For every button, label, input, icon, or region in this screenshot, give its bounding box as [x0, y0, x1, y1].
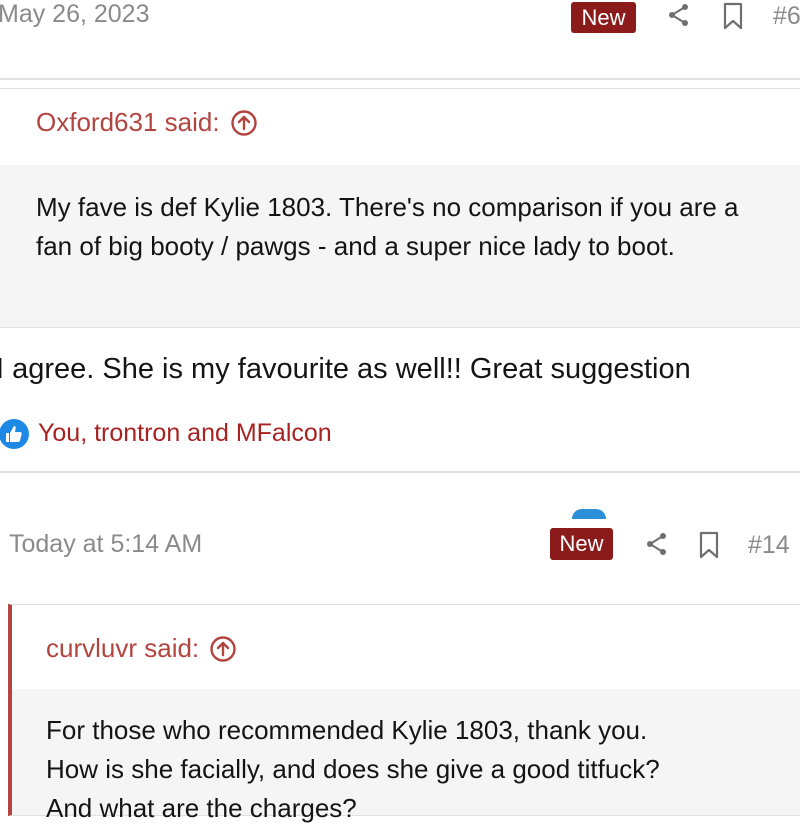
quote-line: How is she facially, and does she give a… [46, 754, 660, 784]
arrow-up-circle-icon[interactable] [209, 635, 237, 663]
new-badge: New [571, 2, 636, 33]
share-icon[interactable] [642, 529, 672, 559]
post-date[interactable]: Today at 5:14 AM [9, 530, 202, 559]
quote-author[interactable]: curvluvr said: [46, 633, 237, 664]
thumbs-up-icon[interactable] [0, 418, 30, 450]
arrow-up-circle-icon[interactable] [230, 109, 258, 137]
post-number[interactable]: #14 [748, 531, 790, 560]
quote-line: And what are the charges? [46, 793, 357, 823]
quote-author[interactable]: Oxford631 said: [36, 107, 258, 138]
quote-author-label[interactable]: Oxford631 said: [36, 107, 220, 138]
quote-block: Oxford631 said: My fave is def Kylie 180… [0, 88, 800, 328]
new-badge: New [550, 528, 613, 560]
share-icon[interactable] [664, 0, 694, 30]
quote-text: My fave is def Kylie 1803. There's no co… [36, 192, 739, 261]
bookmark-icon[interactable] [718, 0, 748, 32]
post-number[interactable]: #6 [773, 2, 800, 31]
divider [0, 471, 800, 473]
quote-block: curvluvr said: For those who recommended… [8, 604, 800, 823]
bookmark-icon[interactable] [694, 529, 724, 561]
post-date[interactable]: May 26, 2023 [0, 0, 150, 29]
divider [0, 78, 800, 80]
quote-line: For those who recommended Kylie 1803, th… [46, 715, 648, 745]
post-body: I agree. She is my favourite as well!! G… [0, 353, 691, 385]
quote-author-label[interactable]: curvluvr said: [46, 633, 199, 664]
reaction-list[interactable]: You, trontron and MFalcon [38, 419, 332, 448]
avatar[interactable] [572, 509, 606, 519]
